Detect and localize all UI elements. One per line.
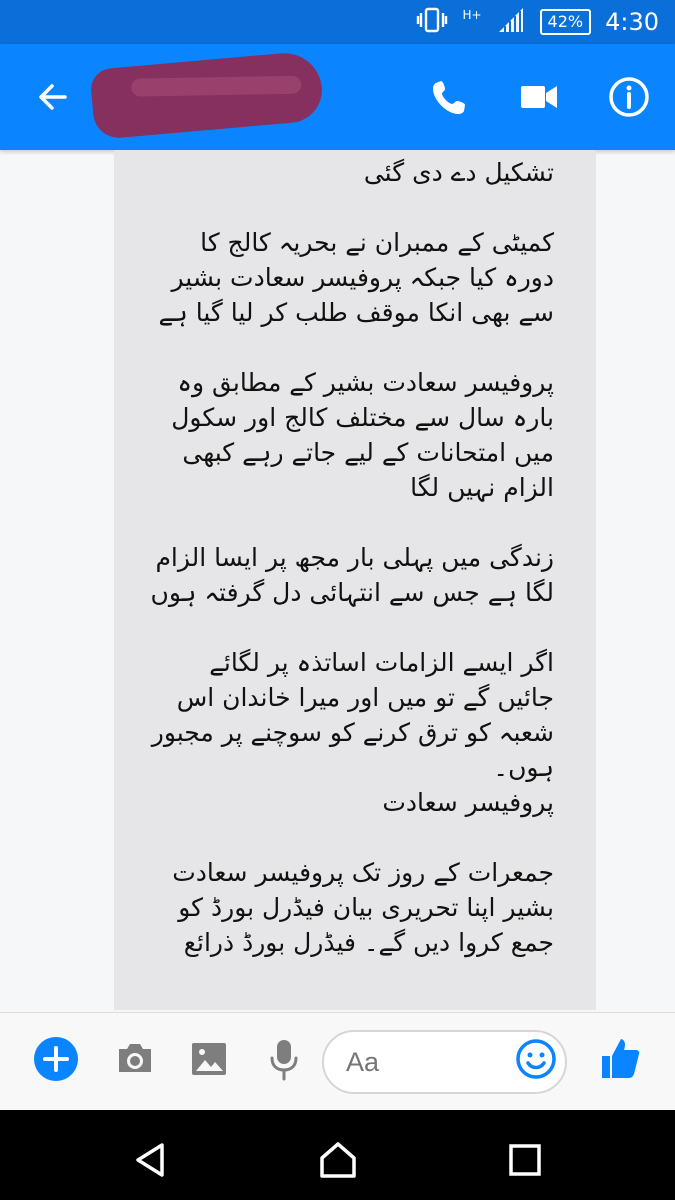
info-icon[interactable]: [597, 44, 661, 150]
vibrate-icon: [416, 5, 448, 39]
emoji-icon[interactable]: [512, 1035, 560, 1083]
signal-icon: [496, 5, 526, 39]
video-icon[interactable]: [507, 44, 571, 150]
home-icon[interactable]: [310, 1138, 366, 1182]
back-icon[interactable]: [122, 1138, 178, 1182]
recents-icon[interactable]: [497, 1138, 553, 1182]
microphone-icon[interactable]: [260, 1035, 308, 1083]
clock: 4:30: [605, 8, 659, 36]
plus-icon[interactable]: [32, 1035, 80, 1083]
network-type: H+: [462, 8, 482, 22]
status-bar: H+ 42% 4:30: [0, 0, 675, 44]
message-composer: [0, 1012, 675, 1111]
battery-indicator: 42%: [539, 9, 592, 35]
redacted-contact-name[interactable]: [89, 50, 325, 140]
camera-icon[interactable]: [111, 1035, 159, 1083]
received-message-bubble[interactable]: تشکیل دے دی گئی کمیٹی کے ممبران نے بحریہ…: [114, 150, 596, 1010]
status-icons: H+ 42% 4:30: [416, 0, 659, 44]
phone-icon[interactable]: [418, 44, 482, 150]
thumbs-up-icon[interactable]: [596, 1035, 644, 1083]
message-list[interactable]: تشکیل دے دی گئی کمیٹی کے ممبران نے بحریہ…: [0, 150, 675, 1010]
back-arrow-icon[interactable]: [20, 44, 84, 150]
conversation-header: [0, 44, 675, 150]
gallery-icon[interactable]: [185, 1035, 233, 1083]
android-navigation-bar: [0, 1110, 675, 1200]
